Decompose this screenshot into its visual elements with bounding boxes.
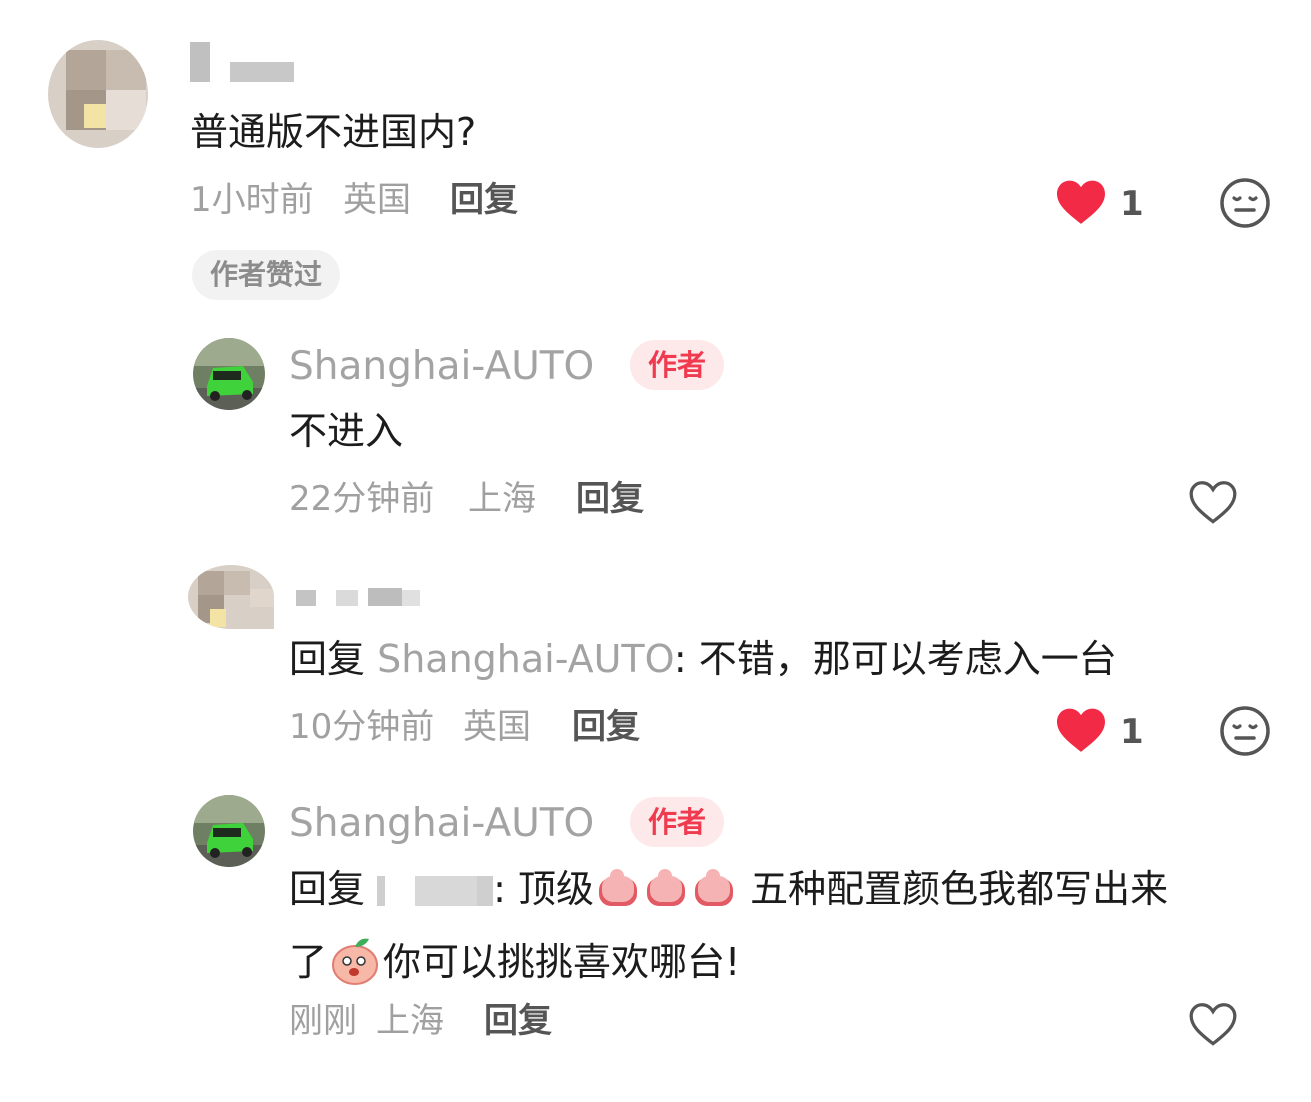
car-photo (193, 795, 265, 867)
car-photo (193, 338, 265, 410)
comment-location: 英国 (343, 180, 411, 220)
comment-text: 普通版不进国内? (190, 110, 477, 154)
comment-body-tail: 你可以挑挑喜欢哪台! (383, 940, 741, 984)
like-count: 1 (1120, 184, 1144, 224)
avatar-author[interactable] (193, 338, 265, 410)
author-liked-tag: 作者赞过 (192, 250, 341, 300)
comment-time: 10分钟前 (289, 707, 435, 747)
dislike-face-icon[interactable] (1218, 704, 1272, 758)
mention-redacted[interactable] (377, 876, 494, 906)
comment-location: 上海 (468, 479, 536, 519)
comment-time: 22分钟前 (289, 479, 435, 519)
author-badge: 作者 (630, 797, 725, 847)
peach-emoji (332, 938, 379, 985)
comment-location: 英国 (463, 707, 531, 747)
comment-body-tail: 五种配置颜色我都写出来 (737, 867, 1169, 911)
reply-button[interactable]: 回复 (572, 710, 640, 744)
comment-body: : 顶级 (493, 867, 594, 911)
avatar-author[interactable] (193, 795, 265, 867)
avatar-user-1[interactable] (48, 40, 148, 148)
username-author[interactable]: Shanghai-AUTO (289, 804, 594, 843)
comment-time: 刚刚 (289, 1001, 357, 1041)
mention-link[interactable]: Shanghai-AUTO (377, 637, 674, 681)
thumbs-up-emoji (598, 869, 637, 906)
reply-button[interactable]: 回复 (450, 183, 518, 217)
comment-text-line-1: 回复 : 顶级 五种配置颜色我都写出来 (289, 868, 1168, 908)
comment-time: 1小时前 (190, 180, 314, 220)
heart-outline-icon[interactable] (1186, 1000, 1240, 1048)
comment-text: 不进入 (289, 409, 404, 453)
username-author[interactable]: Shanghai-AUTO (289, 347, 594, 386)
heart-filled-icon[interactable] (1054, 178, 1108, 226)
heart-outline-icon[interactable] (1186, 478, 1240, 526)
reply-prefix: 回复 (289, 867, 378, 911)
reply-button[interactable]: 回复 (484, 1004, 552, 1038)
thumbs-up-emoji (694, 869, 733, 906)
author-badge: 作者 (630, 340, 725, 390)
dislike-face-icon[interactable] (1218, 176, 1272, 230)
comment-text: 回复 Shanghai-AUTO: 不错，那可以考虑入一台 (289, 640, 1117, 678)
thumbs-up-emoji (646, 869, 685, 906)
comment-text-line-2: 了 你可以挑挑喜欢哪台! (289, 935, 740, 985)
avatar-user-1-small[interactable] (188, 565, 274, 629)
heart-filled-icon[interactable] (1054, 706, 1108, 754)
comment-body: 了 (289, 940, 328, 984)
comment-location: 上海 (376, 1001, 444, 1041)
comment-body: : 不错，那可以考虑入一台 (673, 637, 1117, 681)
like-count: 1 (1120, 712, 1144, 752)
reply-prefix: 回复 (289, 637, 378, 681)
reply-button[interactable]: 回复 (576, 482, 644, 516)
